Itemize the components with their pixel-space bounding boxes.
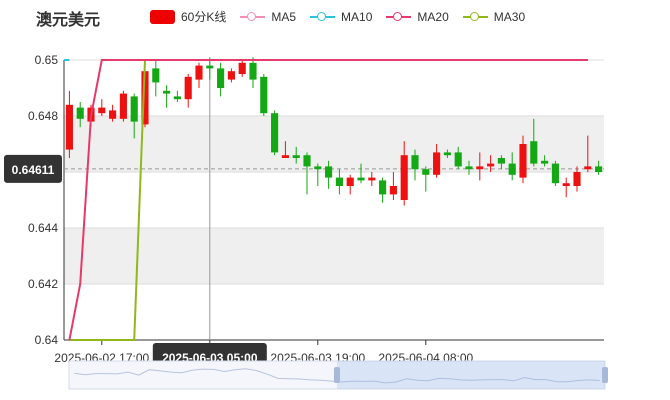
candle	[217, 62, 225, 97]
candle-body	[325, 166, 333, 178]
candle-body	[184, 76, 192, 100]
candle-body	[206, 65, 214, 69]
candle-body	[497, 158, 505, 164]
candle-body	[76, 107, 84, 119]
candle	[227, 68, 235, 83]
candle-body	[584, 166, 592, 170]
candle-body	[195, 65, 203, 80]
candle	[173, 90, 181, 102]
candlestick-chart[interactable]: 0.640.6420.6440.6460.6480.652025-06-02 1…	[0, 0, 670, 400]
candle	[335, 169, 343, 195]
candle	[249, 57, 257, 88]
candle-body	[389, 186, 397, 195]
candle-body	[65, 104, 73, 150]
candle	[238, 60, 246, 77]
zoom-slider-selection	[337, 361, 605, 389]
candle-body	[573, 172, 581, 186]
y-tick-label: 0.65	[35, 53, 59, 67]
grid-band	[64, 228, 604, 284]
candle-body	[476, 166, 484, 170]
candle-body	[346, 177, 354, 186]
candle	[389, 172, 397, 200]
candle-body	[130, 96, 138, 122]
candle-body	[217, 68, 225, 88]
candle-body	[454, 152, 462, 167]
y-tick-label: 0.644	[28, 221, 58, 235]
candle	[260, 74, 268, 116]
candle-body	[443, 152, 451, 156]
candle-body	[98, 107, 106, 114]
candle-body	[271, 113, 279, 153]
candle-body	[368, 177, 376, 181]
candle	[184, 74, 192, 108]
candle-body	[487, 163, 495, 167]
candle	[422, 166, 430, 192]
candle-body	[119, 93, 127, 119]
candle	[346, 174, 354, 195]
candle	[98, 99, 106, 116]
zoom-handle-left[interactable]	[334, 367, 340, 383]
candle-body	[281, 155, 289, 158]
candle-body	[173, 96, 181, 100]
candle-body	[152, 68, 160, 83]
candle	[303, 152, 311, 195]
candle-body	[411, 155, 419, 170]
candle-body	[562, 183, 570, 186]
zoom-handle-right[interactable]	[602, 367, 608, 383]
candle	[195, 62, 203, 88]
candle	[65, 90, 73, 158]
candle	[163, 85, 171, 108]
candle-body	[530, 141, 538, 164]
y-tick-label: 0.64	[35, 333, 59, 347]
crosshair-y-text: 0.64611	[12, 163, 55, 177]
candle	[314, 163, 322, 186]
candle	[152, 60, 160, 97]
candle-body	[109, 110, 117, 119]
candle-body	[227, 71, 235, 80]
candle-body	[433, 152, 441, 175]
candle-body	[357, 177, 365, 181]
candle	[271, 110, 279, 156]
candle-body	[400, 155, 408, 200]
candle	[379, 177, 387, 203]
candle-body	[379, 180, 387, 195]
candle-body	[292, 155, 300, 158]
candle	[119, 90, 127, 122]
candle	[368, 172, 376, 186]
y-tick-label: 0.648	[28, 109, 58, 123]
candle-body	[508, 163, 516, 175]
candle-body	[303, 155, 311, 167]
candle	[551, 160, 559, 186]
candle-body	[238, 62, 246, 74]
candle-body	[595, 166, 603, 172]
candle-body	[551, 163, 559, 184]
crosshair-y-label: 0.64611	[4, 154, 62, 183]
candle-body	[519, 144, 527, 178]
candle-body	[314, 166, 322, 170]
candle-body	[541, 160, 549, 164]
candle-body	[163, 90, 171, 94]
y-tick-label: 0.642	[28, 277, 58, 291]
candle-body	[465, 166, 473, 170]
candle-body	[335, 177, 343, 186]
candle-body	[260, 76, 268, 114]
candle-body	[422, 169, 430, 175]
candle	[562, 177, 570, 198]
candle-body	[249, 62, 257, 80]
